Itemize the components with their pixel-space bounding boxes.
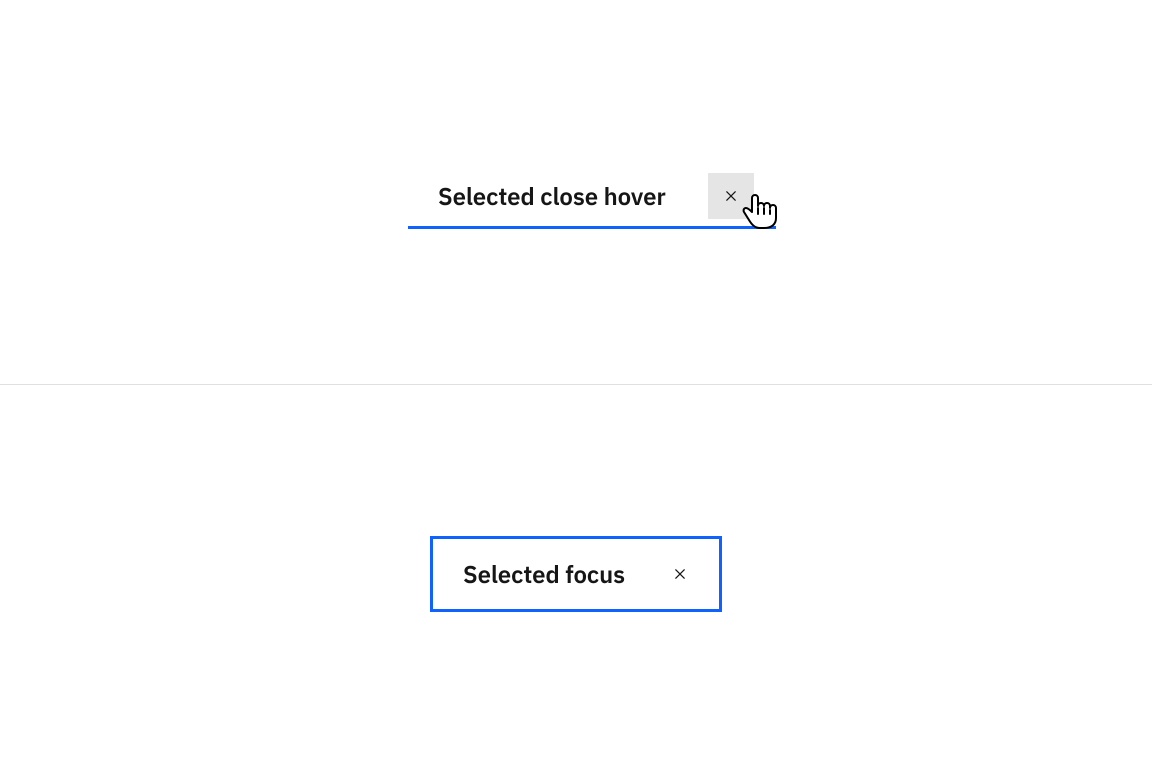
close-icon <box>670 564 690 584</box>
state-panel-hover: Selected close hover <box>0 0 1152 384</box>
state-panel-focus: Selected focus <box>0 384 1152 767</box>
tab-label: Selected focus <box>433 562 657 586</box>
tab-selected-focus[interactable]: Selected focus <box>430 536 722 612</box>
tab-selected-close-hover[interactable]: Selected close hover <box>408 166 776 229</box>
close-button-hover[interactable] <box>708 173 754 219</box>
close-icon <box>721 186 741 206</box>
tab-label: Selected close hover <box>408 184 708 208</box>
close-button[interactable] <box>657 551 703 597</box>
